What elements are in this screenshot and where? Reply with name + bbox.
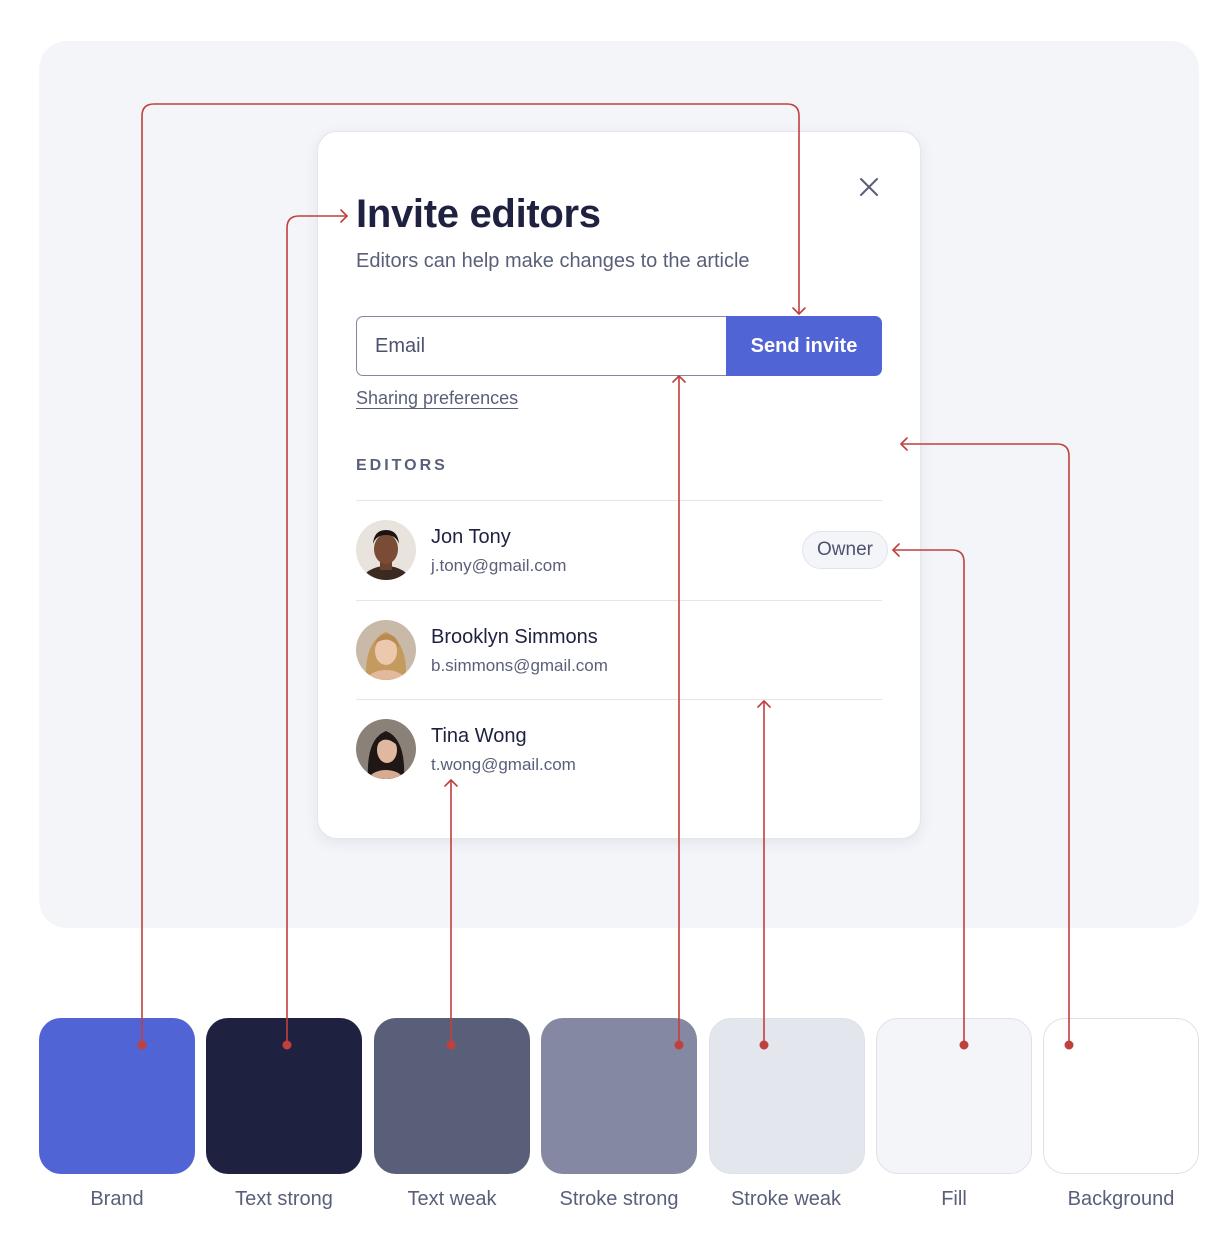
swatch-label-background: Background	[1067, 1188, 1175, 1210]
swatch-text-weak	[374, 1018, 530, 1174]
avatar	[356, 520, 416, 580]
list-item: Tina Wong t.wong@gmail.com	[356, 699, 882, 799]
swatch-background	[1043, 1018, 1199, 1174]
owner-badge: Owner	[802, 531, 888, 569]
swatch-label-text-weak: Text weak	[407, 1188, 497, 1210]
swatch-stroke-weak	[709, 1018, 865, 1174]
invite-editors-dialog: Invite editors Editors can help make cha…	[317, 131, 921, 839]
avatar	[356, 719, 416, 779]
dialog-subtitle: Editors can help make changes to the art…	[356, 250, 750, 272]
swatch-brand	[39, 1018, 195, 1174]
swatch-text-strong	[206, 1018, 362, 1174]
swatch-label-stroke-weak: Stroke weak	[730, 1188, 842, 1210]
avatar	[356, 619, 416, 680]
swatch-label-brand: Brand	[90, 1188, 144, 1210]
swatch-label-text-strong: Text strong	[235, 1188, 333, 1210]
close-button[interactable]	[856, 174, 882, 200]
swatch-fill	[876, 1018, 1032, 1174]
editor-list: Jon Tony j.tony@gmail.com Owner Brooklyn…	[356, 500, 888, 799]
list-item: Brooklyn Simmons b.simmons@gmail.com	[356, 599, 882, 700]
swatch-label-fill: Fill	[941, 1188, 967, 1210]
editor-email: b.simmons@gmail.com	[431, 655, 608, 675]
list-item: Jon Tony j.tony@gmail.com Owner	[356, 500, 888, 600]
sharing-preferences-link[interactable]: Sharing preferences	[356, 388, 518, 409]
editor-name: Tina Wong	[431, 725, 527, 747]
dialog-title: Invite editors	[356, 192, 601, 236]
editor-email: j.tony@gmail.com	[431, 556, 567, 575]
invite-form: Send invite	[356, 316, 882, 376]
editor-email: t.wong@gmail.com	[431, 755, 576, 774]
editor-name: Jon Tony	[431, 526, 511, 548]
swatch-stroke-strong	[541, 1018, 697, 1174]
swatch-label-stroke-strong: Stroke strong	[559, 1188, 679, 1210]
editor-name: Brooklyn Simmons	[431, 625, 598, 648]
send-invite-button[interactable]: Send invite	[726, 316, 882, 376]
editors-section-label: EDITORS	[356, 457, 448, 474]
close-icon	[860, 178, 878, 196]
email-input[interactable]	[356, 316, 726, 376]
